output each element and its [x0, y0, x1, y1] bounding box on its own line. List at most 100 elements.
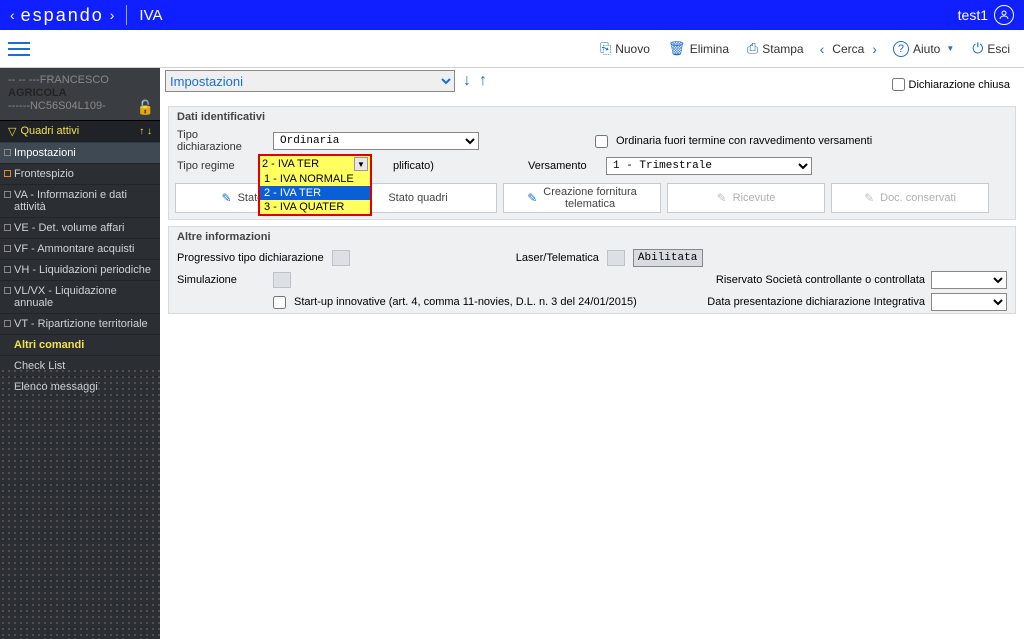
regime-option-1[interactable]: 1 - IVA NORMALE	[260, 172, 370, 186]
nuovo-label: Nuovo	[615, 42, 650, 56]
prev-icon[interactable]: ‹	[816, 41, 829, 57]
sidebar: ◀ -- -- ---FRANCESCO AGRICOLA ------NC56…	[0, 68, 160, 639]
dichiarazione-chiusa-checkbox[interactable]	[892, 78, 905, 91]
brand: ‹ espando ›	[10, 5, 114, 26]
esci-label: Esci	[987, 42, 1010, 56]
sidebar-altri-label: Altri comandi	[14, 339, 84, 351]
dropdown-caret-icon[interactable]: ▼	[354, 157, 368, 171]
sidebar-item-label: VF - Ammontare acquisti	[14, 243, 134, 255]
sidebar-item-vlvx[interactable]: VL/VX - Liquidazione annuale	[0, 280, 160, 313]
panel-title: Dati identificativi	[169, 107, 1015, 127]
sidebar-altri-comandi[interactable]: Altri comandi	[0, 334, 160, 355]
creazione-fornitura-button[interactable]: ✎Creazione fornituratelematica	[503, 183, 661, 213]
user-avatar-icon[interactable]	[994, 5, 1014, 25]
breadcrumb-select[interactable]: Impostazioni	[165, 70, 455, 92]
abilitata-field[interactable]	[633, 249, 703, 267]
hamburger-icon[interactable]	[8, 38, 30, 60]
sidebar-item-vf[interactable]: VF - Ammontare acquisti	[0, 238, 160, 259]
client-code: ------NC56S04L109-	[8, 100, 152, 113]
pencil-icon: ✎	[527, 191, 537, 205]
sidebar-item-vh[interactable]: VH - Liquidazioni periodiche	[0, 259, 160, 280]
versamento-select[interactable]: 1 - Trimestrale	[606, 157, 812, 175]
cerca-nav: ‹ Cerca ›	[816, 41, 881, 57]
breadcrumb-bar: Impostazioni ↓ ↑	[165, 70, 487, 92]
sidebar-item-label: Frontespizio	[14, 168, 74, 180]
sidebar-item-label: VE - Det. volume affari	[14, 222, 124, 234]
tipo-regime-dropdown[interactable]: 2 - IVA TER ▼ 1 - IVA NORMALE 2 - IVA TE…	[258, 154, 372, 216]
sidebar-item-impostazioni[interactable]: Impostazioni	[0, 142, 160, 163]
esci-button[interactable]: ⏻ Esci	[966, 36, 1016, 61]
tipo-regime-label: Tipo regime	[177, 160, 265, 172]
doc-conservati-button: ✎ Doc. conservati	[831, 183, 989, 213]
toolbar: ⎘ Nuovo 🗑Elimina ⎙ Stampa ‹ Cerca › ? Aiuto…	[0, 30, 1024, 68]
sidebar-item-ve[interactable]: VE - Det. volume affari	[0, 217, 160, 238]
client-name-2: AGRICOLA	[8, 87, 152, 100]
tipo-regime-selected-label: 2 - IVA TER	[262, 158, 319, 170]
sidebar-item-va[interactable]: VA - Informazioni e dati attività	[0, 184, 160, 217]
help-icon: ?	[893, 41, 909, 57]
regime-option-2[interactable]: 2 - IVA TER	[260, 186, 370, 200]
sidebar-item-frontespizio[interactable]: Frontespizio	[0, 163, 160, 184]
ordinaria-fuori-checkbox[interactable]	[595, 135, 608, 148]
print-icon: ⎙	[747, 40, 758, 57]
stampa-button[interactable]: ⎙ Stampa	[741, 36, 810, 61]
progressivo-label: Progressivo tipo dichiarazione	[177, 252, 324, 264]
top-bar: ‹ espando › IVA test1	[0, 0, 1024, 30]
btn-label-2: telematica	[565, 198, 615, 210]
ordinaria-fuori-label: Ordinaria fuori termine con ravvedimento…	[616, 135, 872, 147]
chevron-left-icon[interactable]: ‹	[10, 7, 15, 23]
progressivo-field[interactable]	[332, 250, 350, 266]
riservato-label: Riservato Società controllante o control…	[716, 274, 925, 286]
aiuto-caret-icon: ▼	[946, 44, 954, 53]
tipo-dichiarazione-label: Tipo dichiarazione	[177, 129, 265, 153]
sidebar-section-label: Quadri attivi	[20, 125, 79, 137]
sidebar-item-label: VA - Informazioni e dati attività	[14, 189, 127, 213]
trash-icon: 🗑	[668, 40, 686, 57]
cerca-button[interactable]: Cerca	[828, 42, 868, 56]
aiuto-button[interactable]: ? Aiuto ▼	[887, 37, 960, 61]
up-arrow-icon[interactable]: ↑	[479, 72, 487, 90]
down-arrow-icon[interactable]: ↓	[463, 72, 471, 90]
section-title: IVA	[139, 7, 162, 24]
elimina-button[interactable]: 🗑Elimina	[662, 36, 735, 61]
nuovo-button[interactable]: ⎘ Nuovo	[594, 36, 656, 61]
tipo-regime-selected[interactable]: 2 - IVA TER ▼	[260, 156, 370, 172]
btn-label: Doc. conservati	[880, 192, 956, 204]
user-name: test1	[958, 7, 988, 23]
simulazione-field[interactable]	[273, 272, 291, 288]
sidebar-item-label: VH - Liquidazioni periodiche	[14, 264, 151, 276]
versamento-label: Versamento	[528, 160, 598, 172]
laser-label: Laser/Telematica	[516, 252, 599, 264]
regime-option-3[interactable]: 3 - IVA QUATER	[260, 200, 370, 214]
sidebar-item-label: VL/VX - Liquidazione annuale	[14, 285, 117, 309]
startup-checkbox[interactable]	[273, 296, 286, 309]
sidebar-section-quadri[interactable]: ▽ Quadri attivi ↑ ↓	[0, 120, 160, 142]
sidebar-header: -- -- ---FRANCESCO AGRICOLA ------NC56S0…	[0, 68, 160, 120]
sort-arrows-icon[interactable]: ↑ ↓	[139, 126, 152, 137]
startup-label: Start-up innovative (art. 4, comma 11-no…	[294, 296, 637, 308]
lock-icon[interactable]: 🔓	[137, 99, 154, 116]
divider	[126, 5, 127, 25]
panel-altre-informazioni: Altre informazioni Progressivo tipo dich…	[168, 226, 1016, 314]
laser-field[interactable]	[607, 250, 625, 266]
pencil-icon: ✎	[717, 191, 727, 205]
next-icon[interactable]: ›	[868, 41, 881, 57]
brand-name: espando	[21, 5, 104, 26]
pencil-icon: ✎	[222, 191, 232, 205]
new-icon: ⎘	[600, 40, 611, 57]
plificato-suffix: plificato)	[393, 160, 434, 172]
data-presentazione-select[interactable]	[931, 293, 1007, 311]
power-icon: ⏻	[972, 40, 983, 57]
data-presentazione-label: Data presentazione dichiarazione Integra…	[707, 296, 925, 308]
dichiarazione-chiusa-label: Dichiarazione chiusa	[909, 79, 1011, 91]
stampa-label: Stampa	[762, 42, 803, 56]
chevron-right-icon[interactable]: ›	[110, 7, 115, 23]
riservato-select[interactable]	[931, 271, 1007, 289]
sidebar-texture	[0, 368, 160, 639]
pencil-icon: ✎	[864, 191, 874, 205]
ricevute-button: ✎Ricevute	[667, 183, 825, 213]
aiuto-label: Aiuto	[913, 42, 940, 56]
filter-icon: ▽	[8, 125, 16, 138]
sidebar-item-vt[interactable]: VT - Ripartizione territoriale	[0, 313, 160, 334]
tipo-dichiarazione-select[interactable]: Ordinaria	[273, 132, 479, 150]
